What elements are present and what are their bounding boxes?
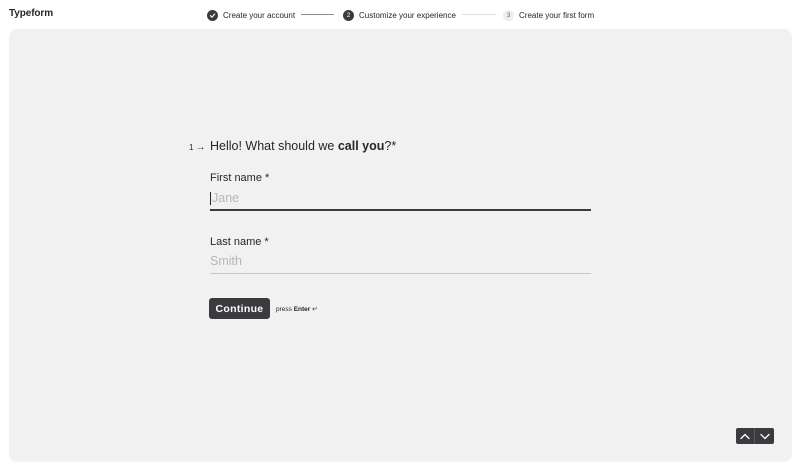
text-cursor (210, 192, 211, 205)
last-name-input[interactable] (210, 250, 591, 272)
arrow-right-icon: → (195, 142, 206, 153)
step-create-account: Create your account (207, 8, 295, 22)
checkmark-icon (207, 9, 218, 21)
enter-hint: press Enter ↵ (276, 305, 318, 313)
step-connector (301, 14, 334, 15)
question-title-post: ?* (384, 139, 397, 153)
chevron-up-icon (740, 433, 750, 439)
step-customize-experience: 2 Customize your experience (343, 8, 456, 22)
last-name-label: Last name * (210, 236, 269, 248)
chevron-down-icon (759, 433, 770, 439)
next-question-button[interactable] (755, 428, 774, 444)
form-panel (9, 29, 792, 462)
step-label: Create your first form (519, 10, 595, 20)
step-number: 3 (503, 9, 514, 21)
first-name-underline (210, 209, 591, 211)
step-connector (462, 14, 496, 15)
top-bar: Typeform Create your account 2 Customize… (0, 0, 800, 29)
question-title: Hello! What should we call you?* (210, 139, 396, 153)
last-name-underline (210, 273, 591, 274)
first-name-label: First name * (210, 172, 270, 184)
step-create-first-form: 3 Create your first form (503, 8, 594, 22)
first-name-input[interactable] (210, 187, 591, 209)
step-label: Create your account (223, 10, 296, 20)
enter-return-icon: ↵ (312, 306, 318, 313)
typeform-logo: Typeform (9, 8, 54, 19)
question-number: 1 → (189, 142, 205, 153)
continue-button[interactable]: Continue (209, 298, 270, 319)
question-title-bold: call you (337, 139, 385, 153)
question-navigation (736, 428, 774, 444)
step-number: 2 (343, 9, 354, 21)
enter-hint-key: Enter (293, 306, 311, 313)
enter-hint-pre: press (276, 306, 294, 313)
question-number-text: 1 (189, 143, 194, 152)
previous-question-button[interactable] (736, 428, 755, 444)
step-label: Customize your experience (359, 10, 456, 20)
question-title-pre: Hello! What should we (210, 139, 338, 153)
